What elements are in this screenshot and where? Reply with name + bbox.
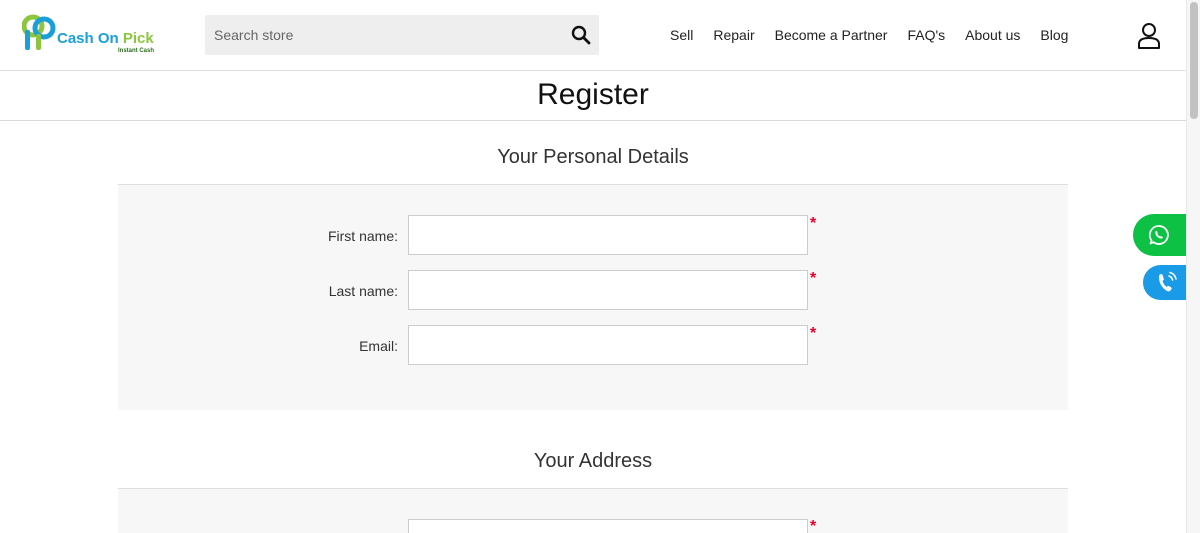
scrollbar-thumb[interactable] [1190, 2, 1198, 119]
nav-sell[interactable]: Sell [670, 27, 693, 43]
site-header: Cash On Pick Instant Cash Sell Repair Be… [0, 0, 1186, 71]
nav-blog[interactable]: Blog [1040, 27, 1068, 43]
address-title: Your Address [533, 450, 653, 472]
phone-call-icon [1159, 271, 1177, 292]
required-marker: * [810, 518, 817, 533]
main-nav: Sell Repair Become a Partner FAQ's About… [670, 27, 1068, 43]
address-field[interactable] [408, 519, 808, 533]
search-input[interactable] [205, 15, 555, 55]
call-button[interactable] [1143, 265, 1186, 300]
last-name-label: Last name: [328, 283, 398, 299]
first-name-label: First name: [327, 228, 398, 244]
whatsapp-button[interactable] [1133, 214, 1186, 256]
email-field[interactable] [408, 325, 808, 365]
search-button[interactable] [571, 25, 591, 45]
whatsapp-icon [1148, 225, 1169, 245]
search-bar [205, 15, 599, 55]
logo-tagline: Instant Cash [118, 48, 155, 54]
logo[interactable]: Cash On Pick Instant Cash [22, 14, 172, 58]
email-label: Email: [359, 338, 398, 354]
logo-wordmark: Cash On Pick [57, 30, 154, 47]
logo-mark-icon [22, 14, 56, 50]
personal-details-title: Your Personal Details [497, 146, 689, 168]
first-name-field[interactable] [408, 215, 808, 255]
search-icon [571, 25, 591, 45]
required-marker: * [810, 215, 817, 232]
nav-become-partner[interactable]: Become a Partner [775, 27, 888, 43]
page-scrollbar[interactable] [1186, 0, 1200, 533]
nav-about-us[interactable]: About us [965, 27, 1020, 43]
required-marker: * [810, 325, 817, 342]
page-title: Register [0, 72, 1186, 121]
account-button[interactable] [1136, 22, 1162, 50]
nav-repair[interactable]: Repair [713, 27, 754, 43]
nav-faqs[interactable]: FAQ's [907, 27, 945, 43]
required-marker: * [810, 270, 817, 287]
user-icon [1138, 23, 1160, 49]
last-name-field[interactable] [408, 270, 808, 310]
